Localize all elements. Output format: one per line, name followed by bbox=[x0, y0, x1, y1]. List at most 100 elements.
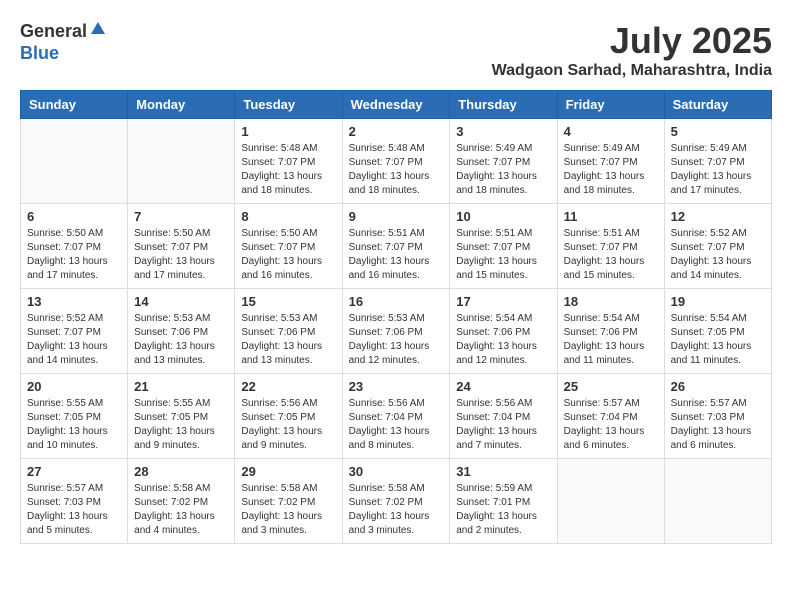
day-number: 22 bbox=[241, 379, 335, 394]
calendar-cell: 28 Sunrise: 5:58 AM Sunset: 7:02 PM Dayli… bbox=[128, 459, 235, 544]
day-number: 19 bbox=[671, 294, 765, 309]
day-number: 31 bbox=[456, 464, 550, 479]
day-info: Sunrise: 5:56 AM Sunset: 7:05 PM Dayligh… bbox=[241, 397, 335, 453]
day-info: Sunrise: 5:58 AM Sunset: 7:02 PM Dayligh… bbox=[134, 482, 228, 538]
day-info: Sunrise: 5:51 AM Sunset: 7:07 PM Dayligh… bbox=[564, 227, 658, 283]
day-number: 30 bbox=[349, 464, 444, 479]
calendar-cell: 4Sunrise: 5:49 AM Sunset: 7:07 PM Daylig… bbox=[557, 119, 664, 204]
day-info: Sunrise: 5:57 AM Sunset: 7:04 PM Dayligh… bbox=[564, 397, 658, 453]
day-info: Sunrise: 5:48 AM Sunset: 7:07 PM Dayligh… bbox=[349, 142, 444, 198]
logo: General Blue bbox=[20, 20, 107, 64]
calendar-cell: 22 Sunrise: 5:56 AM Sunset: 7:05 PM Dayli… bbox=[235, 374, 342, 459]
calendar-cell: 17 Sunrise: 5:54 AM Sunset: 7:06 PM Dayli… bbox=[450, 289, 557, 374]
day-info: Sunrise: 5:51 AM Sunset: 7:07 PM Dayligh… bbox=[349, 227, 444, 283]
calendar-cell: 1Sunrise: 5:48 AM Sunset: 7:07 PM Daylig… bbox=[235, 119, 342, 204]
day-info: Sunrise: 5:55 AM Sunset: 7:05 PM Dayligh… bbox=[27, 397, 121, 453]
day-info: Sunrise: 5:53 AM Sunset: 7:06 PM Dayligh… bbox=[134, 312, 228, 368]
calendar-header-monday: Monday bbox=[128, 91, 235, 119]
day-info: Sunrise: 5:53 AM Sunset: 7:06 PM Dayligh… bbox=[241, 312, 335, 368]
day-info: Sunrise: 5:54 AM Sunset: 7:05 PM Dayligh… bbox=[671, 312, 765, 368]
day-info: Sunrise: 5:57 AM Sunset: 7:03 PM Dayligh… bbox=[671, 397, 765, 453]
location: Wadgaon Sarhad, Maharashtra, India bbox=[492, 62, 772, 80]
calendar-cell: 15 Sunrise: 5:53 AM Sunset: 7:06 PM Dayli… bbox=[235, 289, 342, 374]
day-number: 6 bbox=[27, 209, 121, 224]
day-number: 23 bbox=[349, 379, 444, 394]
day-info: Sunrise: 5:58 AM Sunset: 7:02 PM Dayligh… bbox=[349, 482, 444, 538]
day-number: 5 bbox=[671, 124, 765, 139]
day-number: 13 bbox=[27, 294, 121, 309]
day-info: Sunrise: 5:50 AM Sunset: 7:07 PM Dayligh… bbox=[241, 227, 335, 283]
calendar-cell: 26Sunrise: 5:57 AM Sunset: 7:03 PM Dayli… bbox=[664, 374, 771, 459]
day-number: 2 bbox=[349, 124, 444, 139]
calendar-header-wednesday: Wednesday bbox=[342, 91, 450, 119]
day-number: 9 bbox=[349, 209, 444, 224]
week-row-1: 1Sunrise: 5:48 AM Sunset: 7:07 PM Daylig… bbox=[21, 119, 772, 204]
page-header: General Blue July 2025 Wadgaon Sarhad, M… bbox=[20, 20, 772, 80]
calendar-cell: 7 Sunrise: 5:50 AM Sunset: 7:07 PM Daylig… bbox=[128, 204, 235, 289]
day-number: 14 bbox=[134, 294, 228, 309]
calendar-cell: 13 Sunrise: 5:52 AM Sunset: 7:07 PM Dayli… bbox=[21, 289, 128, 374]
calendar-cell: 31 Sunrise: 5:59 AM Sunset: 7:01 PM Dayli… bbox=[450, 459, 557, 544]
day-number: 21 bbox=[134, 379, 228, 394]
calendar-cell bbox=[21, 119, 128, 204]
calendar-table: SundayMondayTuesdayWednesdayThursdayFrid… bbox=[20, 90, 772, 544]
day-number: 16 bbox=[349, 294, 444, 309]
day-info: Sunrise: 5:59 AM Sunset: 7:01 PM Dayligh… bbox=[456, 482, 550, 538]
day-number: 12 bbox=[671, 209, 765, 224]
day-number: 28 bbox=[134, 464, 228, 479]
calendar-cell: 10 Sunrise: 5:51 AM Sunset: 7:07 PM Dayli… bbox=[450, 204, 557, 289]
calendar-cell: 11Sunrise: 5:51 AM Sunset: 7:07 PM Dayli… bbox=[557, 204, 664, 289]
calendar-cell: 14 Sunrise: 5:53 AM Sunset: 7:06 PM Dayli… bbox=[128, 289, 235, 374]
day-info: Sunrise: 5:48 AM Sunset: 7:07 PM Dayligh… bbox=[241, 142, 335, 198]
calendar-cell: 23Sunrise: 5:56 AM Sunset: 7:04 PM Dayli… bbox=[342, 374, 450, 459]
calendar-cell: 25 Sunrise: 5:57 AM Sunset: 7:04 PM Dayli… bbox=[557, 374, 664, 459]
day-info: Sunrise: 5:52 AM Sunset: 7:07 PM Dayligh… bbox=[27, 312, 121, 368]
calendar-header-friday: Friday bbox=[557, 91, 664, 119]
day-number: 8 bbox=[241, 209, 335, 224]
day-info: Sunrise: 5:54 AM Sunset: 7:06 PM Dayligh… bbox=[456, 312, 550, 368]
week-row-2: 6 Sunrise: 5:50 AM Sunset: 7:07 PM Daylig… bbox=[21, 204, 772, 289]
calendar-cell: 19 Sunrise: 5:54 AM Sunset: 7:05 PM Dayli… bbox=[664, 289, 771, 374]
calendar-header-sunday: Sunday bbox=[21, 91, 128, 119]
calendar-cell: 16 Sunrise: 5:53 AM Sunset: 7:06 PM Dayli… bbox=[342, 289, 450, 374]
calendar-header-row: SundayMondayTuesdayWednesdayThursdayFrid… bbox=[21, 91, 772, 119]
day-info: Sunrise: 5:49 AM Sunset: 7:07 PM Dayligh… bbox=[456, 142, 550, 198]
calendar-cell: 24Sunrise: 5:56 AM Sunset: 7:04 PM Dayli… bbox=[450, 374, 557, 459]
logo-blue-text: Blue bbox=[20, 43, 59, 63]
day-number: 15 bbox=[241, 294, 335, 309]
calendar-cell bbox=[664, 459, 771, 544]
week-row-5: 27 Sunrise: 5:57 AM Sunset: 7:03 PM Dayli… bbox=[21, 459, 772, 544]
day-info: Sunrise: 5:58 AM Sunset: 7:02 PM Dayligh… bbox=[241, 482, 335, 538]
calendar-cell: 21Sunrise: 5:55 AM Sunset: 7:05 PM Dayli… bbox=[128, 374, 235, 459]
day-number: 3 bbox=[456, 124, 550, 139]
calendar-cell: 6 Sunrise: 5:50 AM Sunset: 7:07 PM Daylig… bbox=[21, 204, 128, 289]
day-info: Sunrise: 5:51 AM Sunset: 7:07 PM Dayligh… bbox=[456, 227, 550, 283]
calendar-title: July 2025 Wadgaon Sarhad, Maharashtra, I… bbox=[492, 20, 772, 80]
calendar-cell: 12Sunrise: 5:52 AM Sunset: 7:07 PM Dayli… bbox=[664, 204, 771, 289]
calendar-cell: 30 Sunrise: 5:58 AM Sunset: 7:02 PM Dayli… bbox=[342, 459, 450, 544]
day-info: Sunrise: 5:56 AM Sunset: 7:04 PM Dayligh… bbox=[456, 397, 550, 453]
calendar-cell: 2 Sunrise: 5:48 AM Sunset: 7:07 PM Daylig… bbox=[342, 119, 450, 204]
day-info: Sunrise: 5:54 AM Sunset: 7:06 PM Dayligh… bbox=[564, 312, 658, 368]
day-info: Sunrise: 5:53 AM Sunset: 7:06 PM Dayligh… bbox=[349, 312, 444, 368]
day-info: Sunrise: 5:57 AM Sunset: 7:03 PM Dayligh… bbox=[27, 482, 121, 538]
calendar-header-thursday: Thursday bbox=[450, 91, 557, 119]
week-row-4: 20Sunrise: 5:55 AM Sunset: 7:05 PM Dayli… bbox=[21, 374, 772, 459]
calendar-header-saturday: Saturday bbox=[664, 91, 771, 119]
day-number: 17 bbox=[456, 294, 550, 309]
calendar-cell: 29 Sunrise: 5:58 AM Sunset: 7:02 PM Dayli… bbox=[235, 459, 342, 544]
calendar-cell: 9 Sunrise: 5:51 AM Sunset: 7:07 PM Daylig… bbox=[342, 204, 450, 289]
calendar-cell: 18 Sunrise: 5:54 AM Sunset: 7:06 PM Dayli… bbox=[557, 289, 664, 374]
day-info: Sunrise: 5:50 AM Sunset: 7:07 PM Dayligh… bbox=[27, 227, 121, 283]
day-info: Sunrise: 5:50 AM Sunset: 7:07 PM Dayligh… bbox=[134, 227, 228, 283]
day-number: 25 bbox=[564, 379, 658, 394]
day-number: 29 bbox=[241, 464, 335, 479]
day-info: Sunrise: 5:49 AM Sunset: 7:07 PM Dayligh… bbox=[671, 142, 765, 198]
calendar-cell: 5 Sunrise: 5:49 AM Sunset: 7:07 PM Daylig… bbox=[664, 119, 771, 204]
day-number: 27 bbox=[27, 464, 121, 479]
day-number: 18 bbox=[564, 294, 658, 309]
calendar-cell bbox=[128, 119, 235, 204]
day-number: 7 bbox=[134, 209, 228, 224]
month-year: July 2025 bbox=[492, 20, 772, 62]
day-number: 10 bbox=[456, 209, 550, 224]
